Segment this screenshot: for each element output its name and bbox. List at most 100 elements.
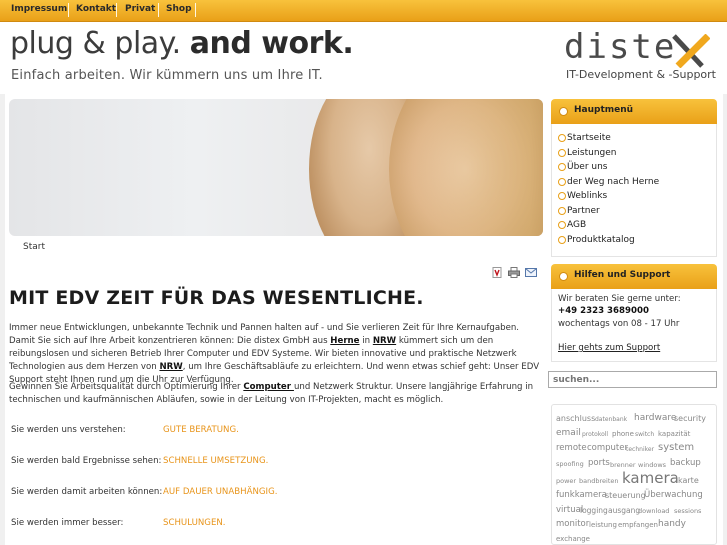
tag[interactable]: backup [670,458,701,468]
intro-paragraph: Immer neue Entwicklungen, unbekannte Tec… [9,322,545,387]
tag-cloud: anschluss datenbank hardware security em… [551,404,717,545]
support-phone: +49 2323 3689000 [558,306,649,316]
link-nrw-2[interactable]: NRW [159,362,182,372]
nav-separator [195,3,196,17]
search-input[interactable] [548,371,717,388]
tag[interactable]: remote [556,443,587,453]
tagline: Einfach arbeiten. Wir kümmern uns um Ihr… [11,68,323,83]
tag[interactable]: ausgang [608,506,640,515]
tag[interactable]: phone [612,430,634,438]
pdf-icon[interactable] [492,263,502,278]
bullet-icon [558,163,566,171]
tag[interactable]: bandbreiten [579,477,618,485]
tag[interactable]: hardware [634,413,676,423]
nav-shop[interactable]: Shop [166,4,192,14]
tag[interactable]: techniker [626,446,654,453]
support-hours: wochentags von 08 - 17 Uhr [558,319,680,329]
tag[interactable]: spoofing [556,460,584,468]
print-icon[interactable] [508,263,520,278]
tag[interactable]: karte [678,476,699,485]
link-computer[interactable]: Computer [243,382,294,392]
logo-subtitle: IT-Development & -Support [566,68,716,81]
tag[interactable]: email [556,428,581,438]
support-link[interactable]: Hier gehts zum Support [558,343,660,353]
benefit-label: Sie werden bald Ergebnisse sehen: [11,456,162,466]
menu-item-label: Startseite [567,133,611,143]
tag[interactable]: computer [587,443,628,453]
support-box: Wir beraten Sie gerne unter: +49 2323 36… [551,289,717,362]
menu-item-label: der Weg nach Herne [567,177,660,187]
nav-privat[interactable]: Privat [125,4,155,14]
tag[interactable]: download [638,507,669,515]
tag[interactable]: kapazität [658,430,690,438]
email-icon[interactable] [525,263,537,277]
link-herne[interactable]: Herne [330,336,359,346]
tag[interactable]: funkkamera [556,490,607,500]
text-segment: in [359,336,373,346]
menu-item-label: Produktkatalog [567,235,635,245]
tag[interactable]: exchange [556,535,590,543]
tag[interactable]: Überwachung [644,490,703,500]
benefit-value: SCHNELLE UMSETZUNG. [163,456,269,466]
tag[interactable]: kamera [622,469,679,487]
main-menu-header: Hauptmenü [551,99,717,124]
logo-text[interactable]: diste [564,28,676,66]
tag[interactable]: sessions [674,507,701,515]
article-tools [492,263,538,278]
menu-item-label: AGB [567,220,587,230]
tag[interactable]: anschluss [556,414,595,423]
main-menu: Startseite Leistungen Über uns der Weg n… [551,124,717,257]
breadcrumb[interactable]: Start [23,242,45,252]
benefit-label: Sie werden immer besser: [11,518,124,528]
right-margin [723,94,727,545]
tag[interactable]: brenner [610,461,636,469]
benefit-value: GUTE BERATUNG. [163,425,239,435]
tag[interactable]: datenbank [595,416,627,423]
slogan: plug & play. and work. [10,26,354,61]
left-margin [0,94,5,545]
support-heading: Hilfen und Support [574,270,671,280]
tag[interactable]: steuerung [605,491,646,500]
tag[interactable]: ports [588,458,610,468]
menu-item-label: Über uns [567,162,608,172]
nav-separator [68,3,69,17]
nav-kontakt[interactable]: Kontakt [76,4,116,14]
nav-separator [158,3,159,17]
hero-image [9,99,543,236]
slogan-light: plug & play. [10,26,181,61]
tag[interactable]: switch [635,431,654,438]
bullet-icon [558,192,566,200]
slogan-bold: and work. [189,26,354,61]
benefit-label: Sie werden damit arbeiten können: [11,487,163,497]
top-nav-bar: Impressum Kontakt Privat Shop [0,0,727,22]
bullet-icon [558,178,566,186]
page-title: MIT EDV ZEIT FÜR DAS WESENTLICHE. [9,287,424,309]
nav-impressum[interactable]: Impressum [11,4,67,14]
tag[interactable]: monitor [556,519,589,529]
tag[interactable]: power [556,477,576,485]
header-bullet-icon [559,107,568,116]
link-nrw[interactable]: NRW [373,336,396,346]
tag[interactable]: system [658,442,694,453]
tag[interactable]: empfangen [618,521,658,529]
bullet-icon [558,207,566,215]
logo-x-icon [672,34,710,68]
benefit-value: AUF DAUER UNABHÄNGIG. [163,487,278,497]
nav-separator [116,3,117,17]
menu-item-label: Partner [567,206,600,216]
header-bullet-icon [559,272,568,281]
bullet-icon [558,134,566,142]
bullet-icon [558,236,566,244]
tag[interactable]: handy [658,519,686,529]
tag[interactable]: windows [638,461,666,469]
hair-shading [394,99,543,236]
tag[interactable]: protokoll [582,431,608,438]
second-paragraph: Gewinnen Sie Arbeitsqualität durch Optim… [9,381,545,407]
benefit-value: SCHULUNGEN. [163,518,226,528]
tag[interactable]: leistung [589,521,617,529]
menu-item-label: Weblinks [567,191,608,201]
menu-item-label: Leistungen [567,148,617,158]
tag[interactable]: security [674,414,706,423]
support-header: Hilfen und Support [551,264,717,289]
tag[interactable]: logging [580,506,608,515]
